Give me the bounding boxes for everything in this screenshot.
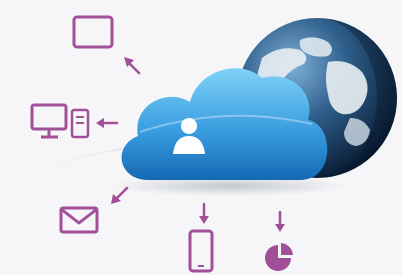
- desktop-monitor-icon: [30, 103, 90, 139]
- smartphone-icon: [188, 229, 214, 273]
- cloud-shape: [121, 68, 328, 180]
- tablet-icon: [72, 15, 114, 49]
- cloud-computing-illustration: [0, 0, 402, 275]
- mail-envelope-icon: [59, 206, 99, 234]
- illustration-svg: [30, 15, 397, 273]
- pie-chart-icon: [265, 243, 293, 271]
